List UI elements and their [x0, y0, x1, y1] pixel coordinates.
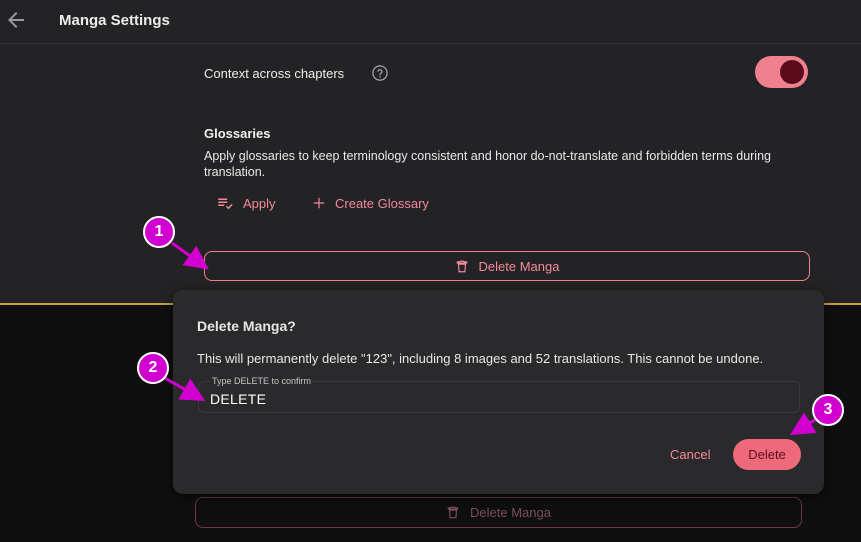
glossaries-heading: Glossaries — [204, 126, 271, 141]
annotation-badge-2: 2 — [137, 352, 169, 384]
confirm-delete-button[interactable]: Delete — [733, 439, 801, 470]
back-button[interactable] — [4, 8, 28, 32]
arrow-left-icon — [8, 12, 24, 28]
background-delete-manga-button[interactable]: Delete Manga — [195, 497, 802, 528]
settings-panel: Context across chapters Glossaries Apply… — [0, 44, 861, 303]
dialog-title: Delete Manga? — [197, 318, 296, 334]
page-title: Manga Settings — [59, 12, 170, 29]
apply-label: Apply — [243, 195, 276, 211]
trash-icon — [447, 506, 459, 519]
confirm-input-label: Type DELETE to confirm — [210, 376, 314, 386]
confirm-input-value[interactable]: DELETE — [210, 391, 266, 407]
annotation-badge-3: 3 — [812, 394, 844, 426]
apply-glossary-button[interactable]: Apply — [216, 192, 276, 214]
playlist-check-icon — [218, 198, 233, 210]
background-delete-manga-label: Delete Manga — [470, 505, 551, 520]
delete-manga-label: Delete Manga — [478, 258, 560, 274]
context-across-chapters-label: Context across chapters — [204, 66, 345, 81]
trash-icon — [456, 260, 467, 272]
delete-manga-dialog: Delete Manga? This will permanently dele… — [173, 290, 824, 494]
delete-manga-button[interactable]: Delete Manga — [204, 251, 810, 281]
help-circle-icon[interactable] — [371, 64, 389, 82]
annotation-badge-1: 1 — [143, 216, 175, 248]
dialog-message: This will permanently delete "123", incl… — [197, 351, 764, 366]
create-glossary-label: Create Glossary — [335, 195, 429, 211]
toggle-knob — [780, 60, 804, 84]
glossaries-description: Apply glossaries to keep terminology con… — [204, 149, 771, 179]
create-glossary-button[interactable]: Create Glossary — [312, 192, 429, 214]
context-toggle[interactable] — [755, 56, 808, 88]
plus-icon — [313, 197, 325, 209]
confirm-delete-input[interactable]: Type DELETE to confirm DELETE — [198, 376, 800, 413]
top-app-bar: Manga Settings — [0, 0, 861, 44]
cancel-button[interactable]: Cancel — [670, 447, 710, 462]
